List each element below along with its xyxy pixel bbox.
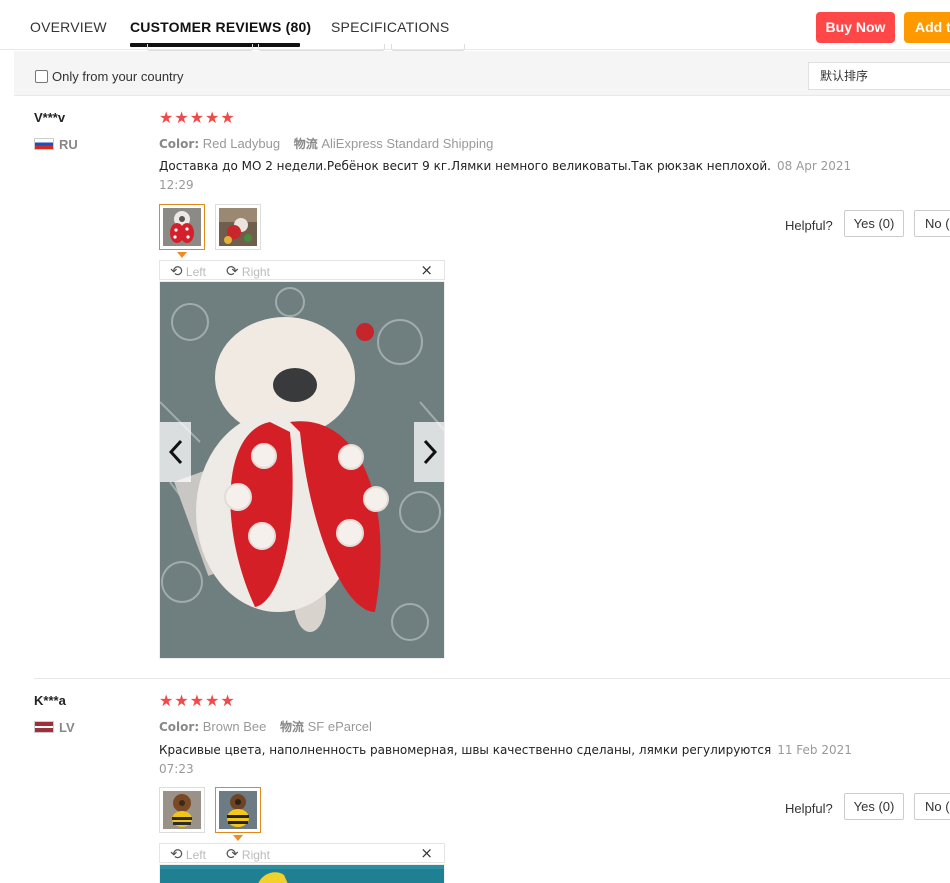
review-text: Доставка до МО 2 недели.Ребёнок весит 9 … (159, 157, 859, 195)
color-value: Red Ladybug (202, 136, 281, 151)
rotate-left-button[interactable]: ⟲ Left (170, 262, 206, 280)
shipping-key: 物流 (279, 720, 304, 734)
tab-customer-reviews[interactable]: CUSTOMER REVIEWS (80) (130, 19, 311, 35)
ladybug-thumb-image (163, 208, 201, 246)
chevron-right-icon (423, 439, 437, 465)
rating-stars: ★★★★★ (159, 693, 236, 710)
flag-icon (34, 138, 54, 150)
helpful-no-button[interactable]: No (0) (914, 793, 950, 820)
rotate-left-icon: ⟲ (170, 845, 183, 863)
reviewer-name: V***v (34, 110, 66, 125)
next-image-button[interactable] (414, 422, 444, 482)
shipping-key: 物流 (293, 137, 318, 151)
review-content: Красивые цвета, наполненность равномерна… (159, 743, 772, 757)
close-icon[interactable]: × (420, 261, 433, 279)
rotate-right-icon: ⟳ (226, 845, 239, 863)
previous-image-button[interactable] (160, 422, 191, 482)
tab-specifications[interactable]: SPECIFICATIONS (331, 19, 449, 35)
tab-overview[interactable]: OVERVIEW (30, 19, 107, 35)
bee-backpack-photo (160, 865, 444, 883)
sort-select[interactable]: 默认排序 (808, 62, 950, 90)
rotate-left-icon: ⟲ (170, 262, 183, 280)
rotate-right-label: Right (241, 848, 270, 862)
review-photo-thumb[interactable] (215, 204, 261, 250)
rotate-right-button[interactable]: ⟳ Right (226, 845, 270, 863)
review-divider (34, 678, 950, 679)
shipping-value: SF eParcel (307, 719, 372, 734)
review-sku-info: Color: Red Ladybug 物流 AliExpress Standar… (159, 135, 493, 152)
color-key: Color: (159, 137, 200, 151)
bee-thumb-image-2 (219, 791, 257, 829)
review-photo-large (159, 281, 445, 659)
color-key: Color: (159, 720, 200, 734)
buy-now-button[interactable]: Buy Now (816, 12, 895, 43)
rotate-left-label: Left (185, 265, 206, 279)
image-viewer-toolbar: ⟲ Left ⟳ Right × (159, 843, 445, 863)
rating-stars: ★★★★★ (159, 110, 236, 127)
only-my-country-label[interactable]: Only from your country (52, 69, 184, 84)
rotate-left-button[interactable]: ⟲ Left (170, 845, 206, 863)
rotate-right-icon: ⟳ (226, 262, 239, 280)
review-photo-large (159, 864, 445, 883)
reviewer-name: K***a (34, 693, 66, 708)
review-photo-thumb[interactable] (159, 204, 205, 250)
reviewer-country: LV (59, 720, 75, 735)
image-viewer-toolbar: ⟲ Left ⟳ Right × (159, 260, 445, 280)
review-sku-info: Color: Brown Bee 物流 SF eParcel (159, 718, 372, 735)
rotate-right-label: Right (241, 265, 270, 279)
flag-icon (34, 721, 54, 733)
close-icon[interactable]: × (420, 844, 433, 862)
review-photo-thumb[interactable] (215, 787, 261, 833)
reviewer-country: RU (59, 137, 78, 152)
helpful-no-button[interactable]: No (0) (914, 210, 950, 237)
add-to-cart-button[interactable]: Add to Cart (904, 12, 950, 43)
helpful-label: Helpful? (785, 801, 833, 816)
helpful-yes-button[interactable]: Yes (0) (844, 793, 904, 820)
only-my-country-checkbox[interactable] (35, 70, 48, 83)
review-content: Доставка до МО 2 недели.Ребёнок весит 9 … (159, 159, 771, 173)
helpful-yes-button[interactable]: Yes (0) (844, 210, 904, 237)
shipping-value: AliExpress Standard Shipping (321, 136, 494, 151)
hidden-control-edge (258, 44, 385, 51)
rotate-left-label: Left (185, 848, 206, 862)
chevron-left-icon (168, 439, 182, 465)
ladybug-backpack-photo (160, 282, 444, 658)
review-text: Красивые цвета, наполненность равномерна… (159, 741, 859, 779)
review-filter-bar: Only from your country 默认排序 (14, 51, 950, 96)
product-tabs-bar: OVERVIEW CUSTOMER REVIEWS (80) SPECIFICA… (0, 0, 950, 51)
hidden-control-edge (391, 44, 465, 51)
review-photo-thumb[interactable] (159, 787, 205, 833)
selected-thumb-caret (233, 835, 243, 841)
rotate-right-button[interactable]: ⟳ Right (226, 262, 270, 280)
bee-thumb-image (163, 791, 201, 829)
color-value: Brown Bee (202, 719, 267, 734)
hidden-control-edge (147, 44, 253, 51)
ladybug-thumb-image-2 (219, 208, 257, 246)
selected-thumb-caret (177, 252, 187, 258)
helpful-label: Helpful? (785, 218, 833, 233)
